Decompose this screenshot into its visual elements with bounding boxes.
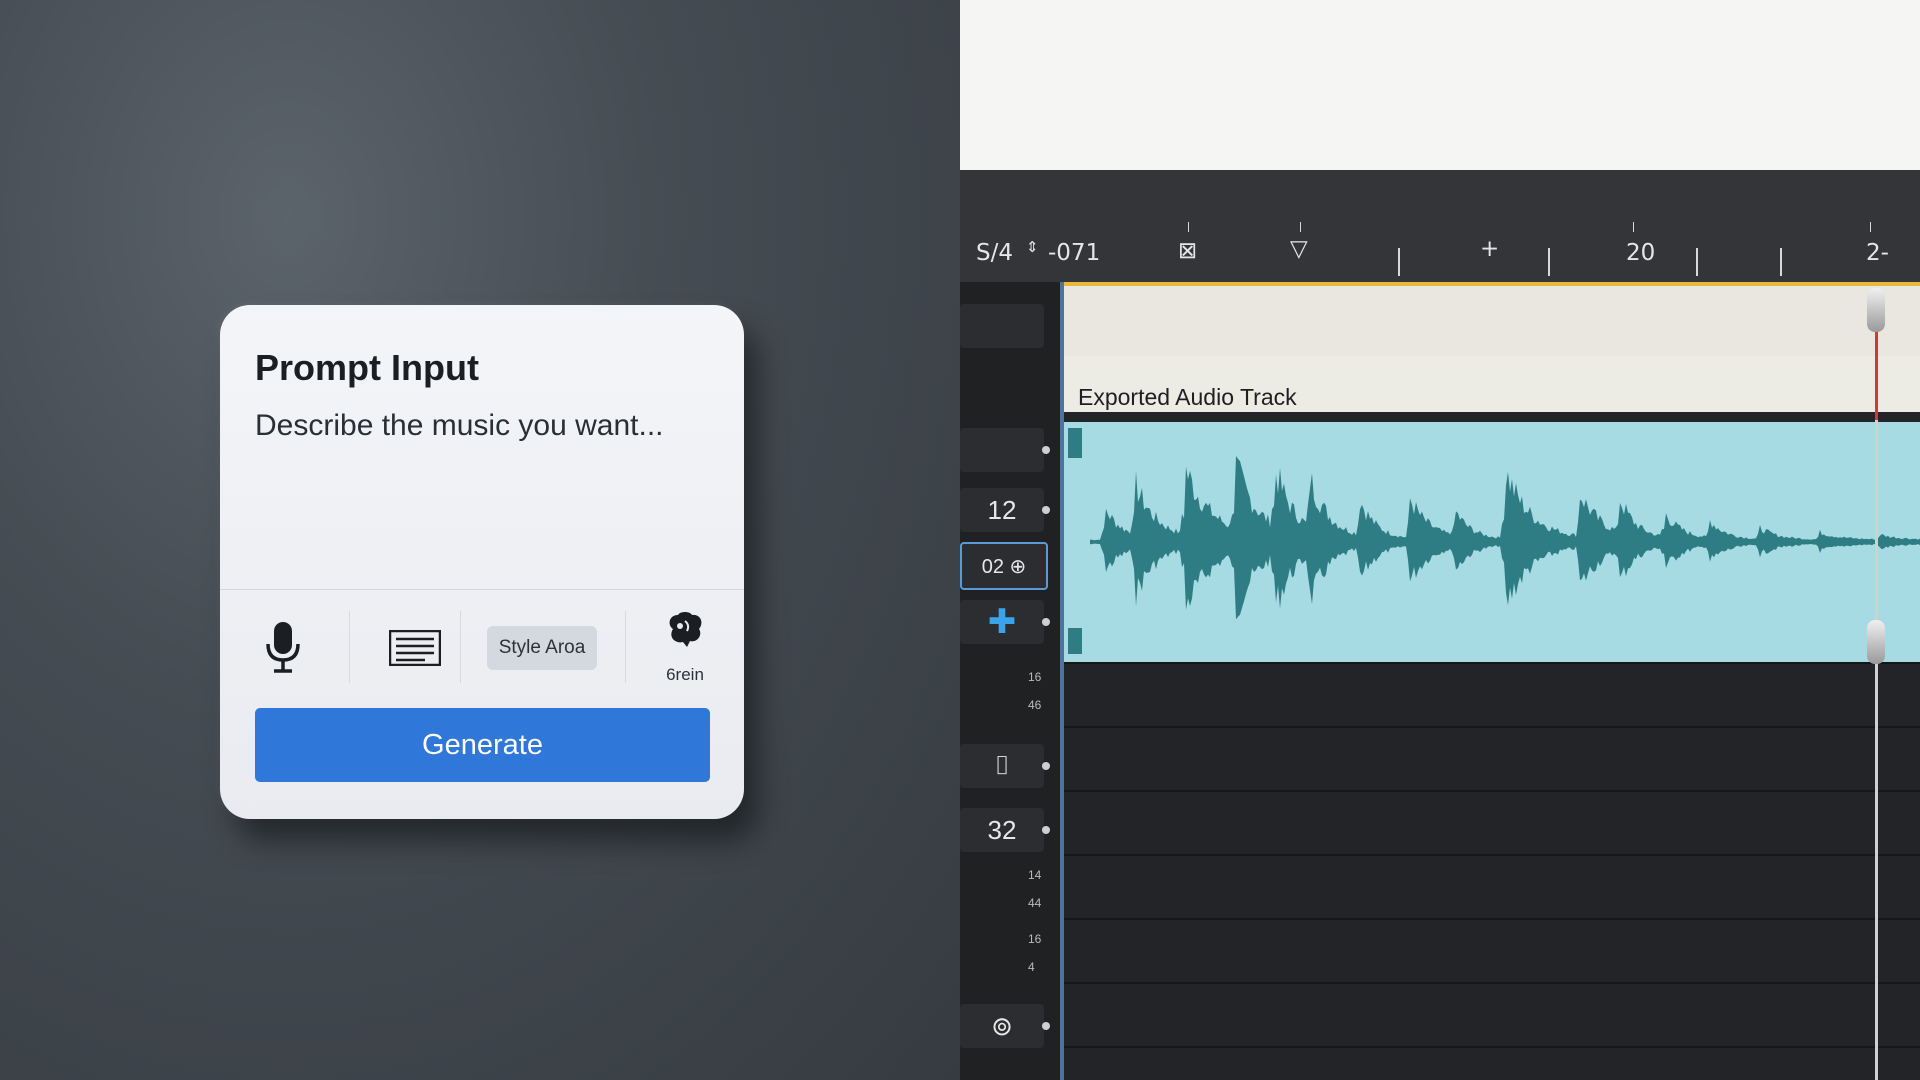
waveform-path — [1090, 456, 1920, 620]
waveform — [1068, 428, 1920, 654]
track-small-number: 44 — [1028, 896, 1042, 910]
track-small-number: 16 — [1028, 932, 1042, 946]
track-dot — [1042, 1022, 1050, 1030]
ruler-tick — [1780, 248, 1782, 276]
text-button[interactable] — [370, 603, 460, 693]
track-button-32[interactable]: 32 — [960, 808, 1050, 852]
empty-lane — [1060, 286, 1920, 356]
brain-button[interactable]: 6rein — [640, 603, 730, 701]
prompt-input[interactable]: Describe the music you want... — [255, 409, 664, 443]
move-track-button[interactable]: ✚ — [960, 600, 1050, 644]
ruler-signature: S/4 — [976, 240, 1013, 266]
track-button-12[interactable]: 12 — [960, 488, 1050, 532]
track-dot — [1042, 618, 1050, 626]
track-small-number: 14 — [1028, 868, 1042, 882]
track-small-number: 46 — [1028, 698, 1042, 712]
track-dot — [1042, 762, 1050, 770]
lane-divider — [1060, 726, 1920, 728]
microphone-button[interactable] — [250, 603, 315, 693]
track-button-label: ⌷ — [994, 750, 1010, 780]
card-title: Prompt Input — [255, 347, 479, 388]
tool-separator — [625, 611, 626, 683]
ruler-tick — [1548, 248, 1550, 276]
track-list: 12 02 ⊕ ✚ 16 46 ⌷ 32 14 44 16 4 ⊚ — [960, 282, 1060, 1080]
track-dot — [1042, 506, 1050, 514]
tool-separator — [349, 611, 350, 683]
track-small-number: 4 — [1028, 960, 1035, 974]
timeline-ruler[interactable]: S/4 ⇕ -071 ⊠ ▽ + 20 2- — [960, 170, 1920, 282]
playhead-red-marker — [1875, 320, 1878, 420]
microphone-icon — [265, 622, 300, 673]
timeline-area[interactable]: Exported Audio Track — [1060, 282, 1920, 1080]
style-area-button[interactable]: Style Aroa — [482, 603, 602, 693]
clip-handle-top[interactable] — [1068, 428, 1082, 458]
lane-divider — [1060, 854, 1920, 856]
top-backdrop — [960, 0, 1920, 170]
generate-button[interactable]: Generate — [255, 708, 710, 782]
track-dot — [1042, 826, 1050, 834]
ruler-tick — [1300, 222, 1301, 232]
track-button[interactable]: ⊚ — [960, 1004, 1050, 1048]
marker-triangle-icon[interactable]: ▽ — [1290, 236, 1308, 262]
track-button-02[interactable]: 02 ⊕ — [960, 542, 1048, 590]
ruler-spinner-icon[interactable]: ⇕ — [1026, 238, 1039, 256]
plus-icon[interactable]: + — [1480, 236, 1499, 262]
track-small-number: 16 — [1028, 670, 1042, 684]
ruler-marker-20: 20 — [1626, 240, 1656, 266]
ruler-tick — [1696, 248, 1698, 276]
divider — [220, 589, 744, 590]
ruler-marker-end: 2- — [1866, 240, 1889, 266]
text-lines-icon — [389, 630, 441, 666]
lane-divider — [1060, 982, 1920, 984]
track-dot — [1042, 446, 1050, 454]
audio-clip[interactable] — [1060, 422, 1920, 662]
track-title: Exported Audio Track — [1078, 384, 1297, 410]
track-button[interactable] — [960, 304, 1044, 348]
ruler-tick — [1188, 222, 1189, 232]
track-button-label: 32 — [987, 814, 1017, 845]
lane-divider — [1060, 662, 1920, 664]
tool-separator — [460, 611, 461, 683]
brain-label: 6rein — [666, 665, 704, 684]
lane-divider — [1060, 1046, 1920, 1048]
brain-icon — [669, 612, 702, 647]
daw-panel: S/4 ⇕ -071 ⊠ ▽ + 20 2- 12 02 ⊕ ✚ 16 46 ⌷… — [960, 0, 1920, 1080]
ruler-tick — [1870, 222, 1871, 232]
style-area-label: Style Aroa — [486, 626, 598, 670]
ruler-position: -071 — [1048, 240, 1101, 266]
playhead-handle-top[interactable] — [1867, 288, 1885, 332]
ruler-tick — [1633, 222, 1634, 232]
ruler-tick — [1398, 248, 1400, 276]
prompt-card: Prompt Input Describe the music you want… — [220, 305, 744, 819]
track-button[interactable]: ⌷ — [960, 744, 1050, 788]
box-x-icon[interactable]: ⊠ — [1178, 238, 1197, 264]
move-icon: ✚ — [987, 603, 1017, 641]
timeline-left-edge — [1060, 282, 1064, 1080]
left-panel: Prompt Input Describe the music you want… — [0, 0, 960, 1080]
playhead-handle-bottom[interactable] — [1867, 620, 1885, 664]
track-button-label: ⊚ — [991, 1010, 1013, 1041]
track-button-label: 12 — [987, 494, 1017, 525]
lane-divider — [1060, 918, 1920, 920]
clip-handle-bottom[interactable] — [1068, 628, 1082, 654]
lane-divider — [1060, 790, 1920, 792]
track-button[interactable] — [960, 428, 1050, 472]
